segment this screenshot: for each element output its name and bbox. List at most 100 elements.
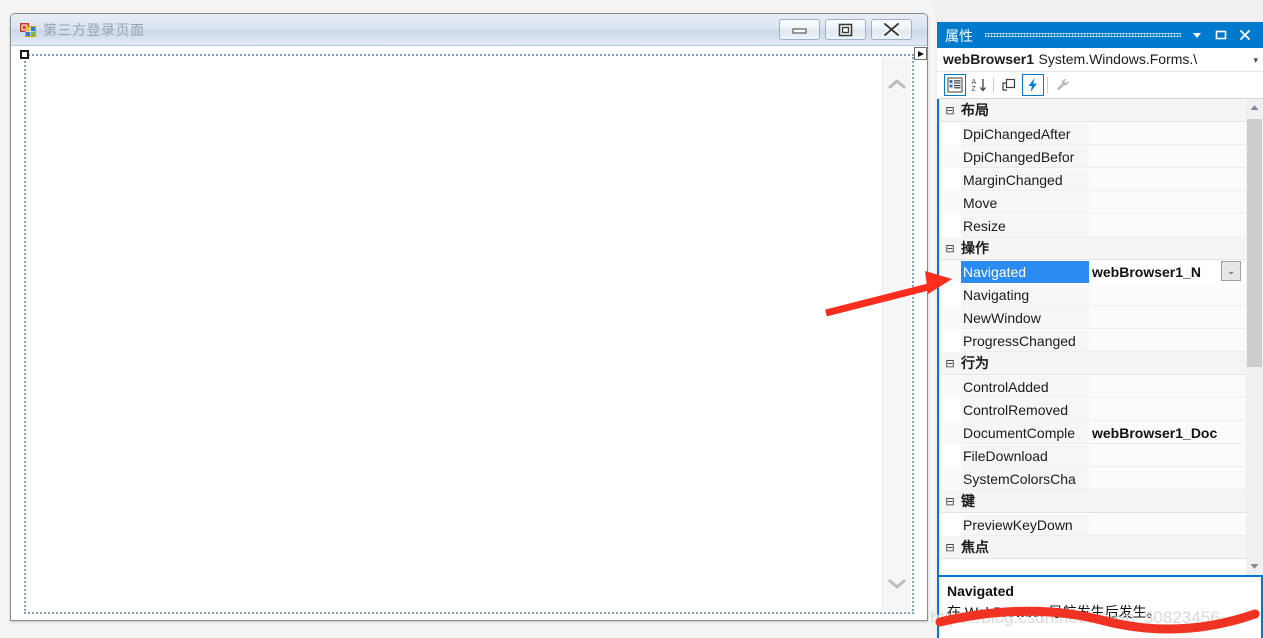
event-handler-value-cell[interactable]: [1089, 168, 1246, 191]
event-name-cell[interactable]: DpiChangedBefor: [961, 145, 1089, 168]
chevron-down-icon: [1193, 33, 1201, 38]
category-label: 行为: [961, 355, 989, 371]
property-pages-button[interactable]: [1052, 74, 1074, 96]
close-button[interactable]: [871, 19, 912, 40]
event-handler-value-cell[interactable]: [1089, 283, 1246, 306]
event-handler-value-cell[interactable]: [1089, 375, 1246, 398]
wrench-icon: [1057, 79, 1069, 91]
event-name-cell[interactable]: Move: [961, 191, 1089, 214]
category-collapse-icon[interactable]: ⊟: [939, 357, 961, 370]
event-handler-value-cell[interactable]: [1089, 145, 1246, 168]
grid-category-row[interactable]: ⊟ 布局: [939, 99, 1246, 122]
grid-row[interactable]: ProgressChanged: [939, 329, 1246, 352]
properties-events-grid[interactable]: ⊟ 布局 DpiChangedAfter DpiChangedBefor MarginC…: [937, 99, 1263, 575]
value-dropdown-button[interactable]: ⌄: [1221, 261, 1241, 281]
category-label: 布局: [961, 102, 989, 118]
grid-row[interactable]: DpiChangedBefor: [939, 145, 1246, 168]
grid-row[interactable]: MarginChanged: [939, 168, 1246, 191]
grid-row[interactable]: Navigating: [939, 283, 1246, 306]
chevron-up-icon[interactable]: [883, 69, 911, 99]
scroll-down-button[interactable]: [1246, 558, 1263, 575]
minimize-button[interactable]: [779, 19, 820, 40]
chevron-down-icon[interactable]: ▾: [1253, 55, 1258, 66]
category-label: 键: [961, 493, 975, 509]
selection-handle-top-left[interactable]: [20, 50, 29, 59]
grid-rows: ⊟ 布局 DpiChangedAfter DpiChangedBefor MarginC…: [939, 99, 1246, 575]
object-selector[interactable]: webBrowser1 System.Windows.Forms.\ ▾: [937, 48, 1263, 72]
event-handler-value-cell[interactable]: [1089, 214, 1246, 237]
event-handler-value-cell[interactable]: [1089, 122, 1246, 145]
grid-category-row[interactable]: ⊟ 键: [939, 490, 1246, 513]
alphabetical-sort-button[interactable]: A Z: [968, 74, 990, 96]
event-handler-value-cell[interactable]: [1089, 329, 1246, 352]
smart-tag-glyph[interactable]: [914, 47, 927, 60]
event-handler-value-cell[interactable]: [1089, 467, 1246, 490]
panel-dropdown-button[interactable]: [1187, 25, 1207, 45]
grid-row[interactable]: DpiChangedAfter: [939, 122, 1246, 145]
webbrowser1-control[interactable]: [24, 54, 914, 614]
grid-category-row[interactable]: ⊟ 焦点: [939, 536, 1246, 559]
event-name-cell[interactable]: SystemColorsCha: [961, 467, 1089, 490]
panel-close-button[interactable]: [1235, 25, 1255, 45]
minimize-icon: [792, 28, 807, 34]
property-description-pane: Navigated 在 WebBrowser 导航发生后发生。: [937, 575, 1263, 638]
chevron-down-icon[interactable]: [883, 569, 911, 599]
category-collapse-icon[interactable]: ⊟: [939, 495, 961, 508]
event-name-cell[interactable]: DpiChangedAfter: [961, 122, 1089, 145]
event-name-cell[interactable]: ControlAdded: [961, 375, 1089, 398]
panel-maximize-button[interactable]: [1211, 25, 1231, 45]
properties-view-button[interactable]: [998, 74, 1020, 96]
grid-row[interactable]: DocumentComple webBrowser1_Doc: [939, 421, 1246, 444]
category-collapse-icon[interactable]: ⊟: [939, 104, 961, 117]
scrollbar-thumb[interactable]: [1247, 119, 1262, 367]
form-designer-window[interactable]: 第三方登录页面: [10, 13, 928, 621]
event-name-cell[interactable]: MarginChanged: [961, 168, 1089, 191]
svg-text:Z: Z: [972, 86, 977, 93]
properties-header: 属性: [937, 22, 1263, 48]
grid-row-selected[interactable]: Navigated webBrowser1_N ⌄: [939, 260, 1246, 283]
category-label: 操作: [961, 240, 989, 256]
event-name-cell[interactable]: DocumentComple: [961, 421, 1089, 444]
grid-row[interactable]: NewWindow: [939, 306, 1246, 329]
scroll-up-button[interactable]: [1246, 99, 1263, 116]
event-name-cell[interactable]: FileDownload: [961, 444, 1089, 467]
toolbar-separator: [1047, 77, 1048, 93]
events-view-button[interactable]: [1022, 74, 1044, 96]
grid-row[interactable]: Resize: [939, 214, 1246, 237]
event-name-cell[interactable]: ControlRemoved: [961, 398, 1089, 421]
category-collapse-icon[interactable]: ⊟: [939, 242, 961, 255]
maximize-button[interactable]: [825, 19, 866, 40]
event-name-cell[interactable]: NewWindow: [961, 306, 1089, 329]
event-name-cell[interactable]: Resize: [961, 214, 1089, 237]
event-handler-value-cell[interactable]: [1089, 398, 1246, 421]
grid-row[interactable]: PreviewKeyDown: [939, 513, 1246, 536]
event-name-cell[interactable]: PreviewKeyDown: [961, 513, 1089, 536]
grid-row[interactable]: SystemColorsCha: [939, 467, 1246, 490]
grid-row[interactable]: FileDownload: [939, 444, 1246, 467]
event-name-cell[interactable]: Navigated: [961, 260, 1089, 283]
event-handler-value-cell[interactable]: [1089, 191, 1246, 214]
maximize-icon: [1215, 30, 1227, 40]
event-handler-value-cell[interactable]: [1089, 513, 1246, 536]
event-handler-value-cell[interactable]: webBrowser1_Doc: [1089, 421, 1246, 444]
grid-scrollbar[interactable]: [1246, 99, 1263, 575]
grid-category-row[interactable]: ⊟ 行为: [939, 352, 1246, 375]
svg-text:A: A: [972, 79, 977, 86]
grid-category-row[interactable]: ⊟ 操作: [939, 237, 1246, 260]
webbrowser-scrollbar[interactable]: [882, 57, 911, 611]
description-title: Navigated: [947, 583, 1014, 599]
panel-drag-handle[interactable]: [985, 33, 1181, 37]
grid-row[interactable]: ControlAdded: [939, 375, 1246, 398]
event-name-cell[interactable]: ProgressChanged: [961, 329, 1089, 352]
grid-row[interactable]: ControlRemoved: [939, 398, 1246, 421]
event-name-cell[interactable]: Navigating: [961, 283, 1089, 306]
triangle-down-icon: [1250, 564, 1259, 569]
form-titlebar: 第三方登录页面: [11, 14, 927, 46]
sort-alpha-icon: A Z: [972, 79, 986, 93]
category-collapse-icon[interactable]: ⊟: [939, 541, 961, 554]
event-handler-value-cell[interactable]: [1089, 306, 1246, 329]
event-handler-value-cell[interactable]: [1089, 444, 1246, 467]
grid-row[interactable]: Move: [939, 191, 1246, 214]
properties-icon: [1002, 78, 1016, 91]
categorized-view-button[interactable]: [944, 74, 966, 96]
